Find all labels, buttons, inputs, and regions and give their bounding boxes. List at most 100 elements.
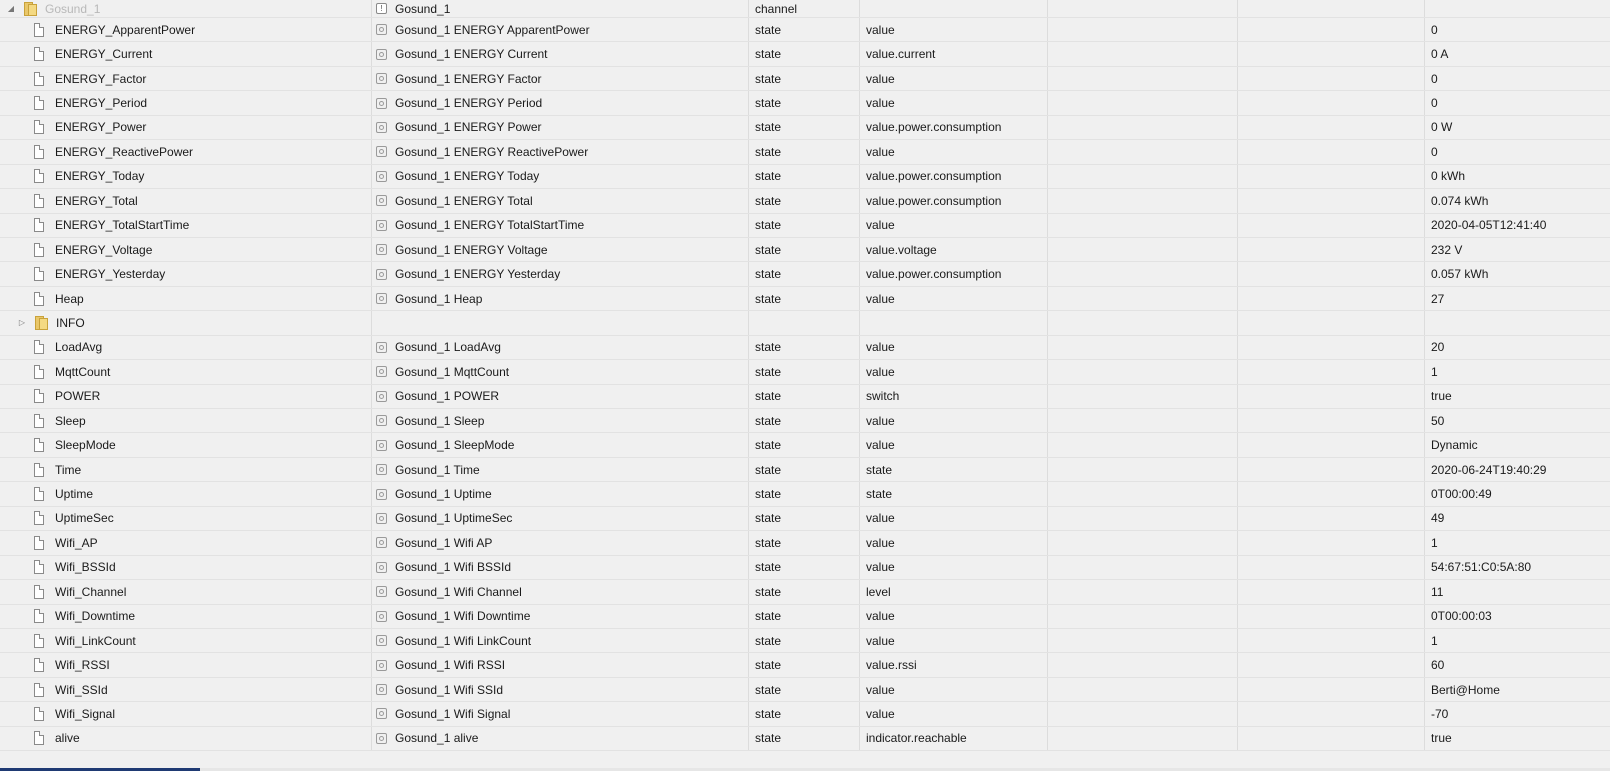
object-type-cell: state: [748, 335, 859, 360]
object-value-cell[interactable]: 49: [1424, 506, 1610, 531]
object-role-cell: value: [859, 91, 1047, 115]
empty-column-cell: [1237, 457, 1424, 482]
object-id-cell: ENERGY_Voltage: [0, 238, 371, 261]
object-value: 2020-06-24T19:40:29: [1431, 462, 1547, 477]
object-value-cell[interactable]: 1: [1424, 628, 1610, 653]
object-value: 20: [1431, 340, 1445, 355]
object-value-cell[interactable]: Berti@Home: [1424, 677, 1610, 702]
object-value-cell[interactable]: -70: [1424, 702, 1610, 726]
object-role-cell: value.power.consumption: [859, 115, 1047, 140]
object-value-cell[interactable]: 50: [1424, 409, 1610, 433]
object-type: state: [755, 267, 782, 282]
object-value-cell[interactable]: 20: [1424, 335, 1610, 360]
tree-row[interactable]: Uptime Gosund_1 Uptime state state 0T00:00:4…: [0, 482, 1610, 507]
object-id: Wifi_SSId: [55, 682, 108, 697]
empty-column-cell: [1047, 42, 1237, 66]
tree-row[interactable]: ENERGY_ApparentPower Gosund_1 ENERGY Appa…: [0, 18, 1610, 43]
object-value-cell[interactable]: 54:67:51:C0:5A:80: [1424, 555, 1610, 580]
object-name: Gosund_1 ENERGY ReactivePower: [395, 144, 589, 159]
tree-row[interactable]: ENERGY_Yesterday Gosund_1 ENERGY Yesterda…: [0, 262, 1610, 287]
object-role-cell: state: [859, 482, 1047, 506]
object-name-cell: Gosund_1 Wifi Signal: [371, 702, 748, 726]
object-name-cell: [371, 311, 748, 335]
object-value-cell[interactable]: 0.074 kWh: [1424, 189, 1610, 213]
tree-row[interactable]: ENERGY_Voltage Gosund_1 ENERGY Voltage sta…: [0, 237, 1610, 263]
object-name: Gosund_1 Wifi BSSId: [395, 560, 512, 575]
object-value-cell[interactable]: 2020-06-24T19:40:29: [1424, 457, 1610, 482]
object-type-cell: state: [748, 580, 859, 604]
tree-row[interactable]: ENERGY_Current Gosund_1 ENERGY Current sta…: [0, 42, 1610, 67]
object-name-cell: ! Gosund_1: [371, 0, 748, 17]
object-value-cell[interactable]: true: [1424, 726, 1610, 751]
tree-row[interactable]: Wifi_AP Gosund_1 Wifi AP state value 1: [0, 531, 1610, 556]
object-value-cell[interactable]: 1: [1424, 360, 1610, 384]
file-icon: [34, 560, 44, 575]
tree-row[interactable]: Heap Gosund_1 Heap state value 27: [0, 286, 1610, 312]
object-value-cell[interactable]: Dynamic: [1424, 433, 1610, 457]
object-name-cell: Gosund_1 Wifi LinkCount: [371, 628, 748, 653]
tree-row[interactable]: Wifi_Channel Gosund_1 Wifi Channel state le…: [0, 580, 1610, 605]
object-id: Sleep: [55, 413, 86, 428]
object-value-cell[interactable]: 0 A: [1424, 42, 1610, 66]
tree-row[interactable]: MqttCount Gosund_1 MqttCount state value 1: [0, 360, 1610, 385]
empty-column-cell: [1047, 433, 1237, 457]
object-value-cell[interactable]: 0.057 kWh: [1424, 262, 1610, 286]
object-value: 1: [1431, 364, 1438, 379]
tree-row[interactable]: SleepMode Gosund_1 SleepMode state value Dyn…: [0, 433, 1610, 458]
tree-row[interactable]: ENERGY_Total Gosund_1 ENERGY Total state va…: [0, 189, 1610, 214]
object-value-cell[interactable]: 0: [1424, 66, 1610, 91]
object-role-cell: value: [859, 18, 1047, 42]
tree-row[interactable]: ENERGY_Power Gosund_1 ENERGY Power state va…: [0, 115, 1610, 141]
tree-row[interactable]: ENERGY_ReactivePower Gosund_1 ENERGY Reac…: [0, 140, 1610, 165]
tree-row[interactable]: Wifi_Downtime Gosund_1 Wifi Downtime state…: [0, 604, 1610, 629]
object-id-cell: ENERGY_Current: [0, 42, 371, 65]
tree-row[interactable]: ENERGY_TotalStartTime Gosund_1 ENERGY Tot…: [0, 213, 1610, 238]
object-name: Gosund_1 POWER: [395, 389, 500, 404]
object-value-cell[interactable]: 0: [1424, 91, 1610, 115]
tree-row[interactable]: UptimeSec Gosund_1 UptimeSec state value 49: [0, 506, 1610, 532]
tree-row[interactable]: Sleep Gosund_1 Sleep state value 50: [0, 409, 1610, 434]
object-value-cell[interactable]: 11: [1424, 580, 1610, 604]
object-value-cell[interactable]: 232 V: [1424, 237, 1610, 262]
object-value-cell[interactable]: 0: [1424, 140, 1610, 164]
object-value-cell[interactable]: true: [1424, 384, 1610, 408]
object-value-cell[interactable]: 0 kWh: [1424, 164, 1610, 189]
file-icon: [34, 706, 44, 721]
object-role-cell: value: [859, 702, 1047, 726]
object-value-cell[interactable]: 0: [1424, 18, 1610, 42]
object-value: true: [1431, 389, 1452, 404]
object-value: Berti@Home: [1431, 682, 1500, 697]
object-value-cell[interactable]: 27: [1424, 286, 1610, 311]
tree-row[interactable]: ENERGY_Today Gosund_1 ENERGY Today state va…: [0, 164, 1610, 190]
tree-row[interactable]: Wifi_RSSI Gosund_1 Wifi RSSI state value.rs…: [0, 653, 1610, 678]
object-value: -70: [1431, 706, 1449, 721]
object-name: Gosund_1 Sleep: [395, 413, 485, 428]
tree-row[interactable]: POWER Gosund_1 POWER state switch true: [0, 384, 1610, 409]
object-value-cell[interactable]: [1424, 311, 1610, 335]
tree-row[interactable]: ENERGY_Factor Gosund_1 ENERGY Factor state…: [0, 66, 1610, 92]
tree-row[interactable]: Time Gosund_1 Time state state 2020-06-24T19…: [0, 457, 1610, 483]
object-value-cell[interactable]: 0T00:00:03: [1424, 604, 1610, 628]
object-role: value.power.consumption: [866, 120, 1002, 135]
object-id: ENERGY_Factor: [55, 71, 147, 86]
tree-row-root[interactable]: ◢ Gosund_1 ! Gosund_1 channel: [0, 0, 1610, 18]
expand-triangle-icon[interactable]: ▷: [16, 317, 28, 329]
tree-row[interactable]: Wifi_BSSId Gosund_1 Wifi BSSId state value 5…: [0, 555, 1610, 581]
object-type: state: [755, 462, 782, 477]
tree-row[interactable]: Wifi_SSId Gosund_1 Wifi SSId state value Ber…: [0, 677, 1610, 703]
tree-row-folder[interactable]: ▷ INFO: [0, 311, 1610, 336]
object-id: SleepMode: [55, 438, 116, 453]
object-value-cell[interactable]: 0T00:00:49: [1424, 482, 1610, 506]
object-value-cell[interactable]: 2020-04-05T12:41:40: [1424, 213, 1610, 237]
tree-row[interactable]: Wifi_LinkCount Gosund_1 Wifi LinkCount sta…: [0, 628, 1610, 654]
file-icon: [34, 682, 44, 697]
object-value-cell[interactable]: 1: [1424, 531, 1610, 555]
object-id: ENERGY_ApparentPower: [55, 22, 196, 37]
tree-row[interactable]: LoadAvg Gosund_1 LoadAvg state value 20: [0, 335, 1610, 361]
object-value-cell[interactable]: 0 W: [1424, 115, 1610, 140]
tree-row[interactable]: alive Gosund_1 alive state indicator.reacha…: [0, 726, 1610, 752]
object-value-cell[interactable]: 60: [1424, 653, 1610, 677]
collapse-triangle-icon[interactable]: ◢: [5, 3, 17, 15]
tree-row[interactable]: ENERGY_Period Gosund_1 ENERGY Period state…: [0, 91, 1610, 116]
tree-row[interactable]: Wifi_Signal Gosund_1 Wifi Signal state valu…: [0, 702, 1610, 727]
